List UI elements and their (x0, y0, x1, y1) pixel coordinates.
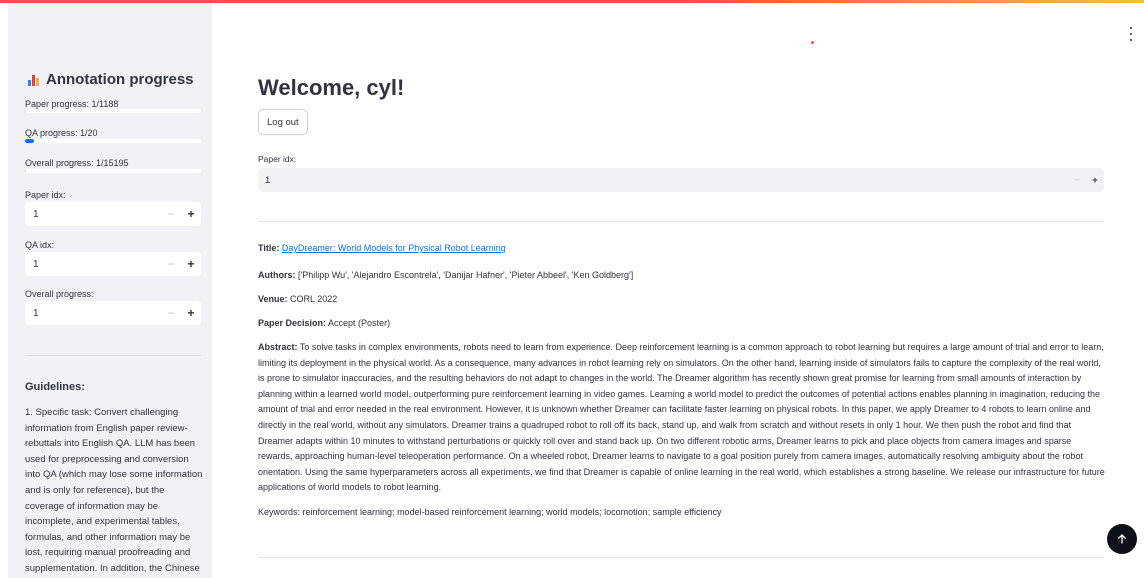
authors-value: ['Philipp Wu', 'Alejandro Escontrela', '… (298, 270, 634, 280)
guidelines-title: Guidelines: (25, 381, 85, 393)
sidebar-title: Annotation progress (28, 71, 194, 88)
plus-icon[interactable]: + (181, 257, 201, 271)
guidelines-text: 1. Specific task: Convert challenging in… (25, 407, 203, 574)
abstract: Abstract: To solve tasks in complex envi… (258, 340, 1106, 496)
sidebar-qa-idx-value[interactable]: 1 (25, 259, 161, 270)
sidebar-qa-idx-label: QA idx: (25, 240, 55, 250)
paper-progress-fill (25, 109, 27, 113)
sidebar-overall-label: Overall progress: (25, 289, 94, 299)
paper-progress-label: Paper progress: 1/1188 (25, 99, 119, 109)
keywords: Keywords: reinforcement learning; model-… (258, 507, 722, 517)
scroll-to-top-button[interactable] (1107, 524, 1137, 554)
arrow-up-icon (1118, 534, 1126, 544)
qa-progress-label: QA progress: 1/20 (25, 128, 98, 138)
plus-icon[interactable]: + (181, 207, 201, 221)
plus-icon[interactable]: + (1086, 175, 1104, 186)
paper-idx-label: Paper idx: (258, 154, 297, 164)
sidebar: Annotation progress Paper progress: 1/11… (8, 3, 212, 578)
minus-icon[interactable]: − (1068, 175, 1086, 186)
minus-icon[interactable]: − (161, 257, 181, 271)
sidebar-overall-value[interactable]: 1 (25, 308, 161, 319)
title-label: Title: (258, 243, 280, 253)
venue-label: Venue: (258, 294, 288, 304)
bar-chart-icon (28, 74, 40, 86)
overall-progress-label: Overall progress: 1/15195 (25, 158, 129, 168)
authors-row: Authors: ['Philipp Wu', 'Alejandro Escon… (258, 270, 633, 280)
content-divider-bottom (258, 557, 1104, 558)
qa-progress-fill (25, 139, 34, 143)
main-content: Welcome, cyl! Log out Paper idx: 1 − + T… (212, 3, 1144, 578)
minus-icon[interactable]: − (161, 207, 181, 221)
paper-progress-bar (25, 109, 201, 113)
authors-label: Authors: (258, 270, 296, 280)
overall-progress-bar (25, 169, 201, 173)
sidebar-divider (25, 355, 201, 356)
status-running-dot (811, 41, 814, 44)
qa-progress-bar (25, 139, 201, 143)
decision-label: Paper Decision: (258, 318, 327, 328)
logout-button[interactable]: Log out (258, 109, 308, 135)
venue-value: CORL 2022 (290, 294, 338, 304)
paper-title-row: Title: DayDreamer: World Models for Phys… (258, 243, 506, 253)
venue-row: Venue: CORL 2022 (258, 294, 337, 304)
sidebar-paper-idx-value[interactable]: 1 (25, 209, 161, 220)
sidebar-qa-idx-input[interactable]: 1 − + (25, 252, 201, 276)
sidebar-overall-input[interactable]: 1 − + (25, 301, 201, 325)
page-title: Welcome, cyl! (258, 75, 405, 100)
plus-icon[interactable]: + (181, 306, 201, 320)
minus-icon[interactable]: − (161, 306, 181, 320)
sidebar-paper-idx-input[interactable]: 1 − + (25, 202, 201, 226)
paper-idx-value[interactable]: 1 (258, 175, 1068, 186)
abstract-text: To solve tasks in complex environments, … (258, 342, 1105, 493)
overall-progress-fill (25, 169, 27, 173)
content-divider-top (258, 221, 1104, 222)
paper-idx-input[interactable]: 1 − + (258, 168, 1104, 192)
decision-value: Accept (Poster) (328, 318, 391, 328)
decision-row: Paper Decision: Accept (Poster) (258, 318, 390, 328)
abstract-label: Abstract: (258, 342, 298, 352)
paper-title-link[interactable]: DayDreamer: World Models for Physical Ro… (282, 243, 506, 253)
kebab-menu-icon[interactable] (1126, 27, 1136, 41)
sidebar-title-text: Annotation progress (46, 71, 194, 88)
sidebar-paper-idx-label: Paper idx: (25, 190, 66, 200)
